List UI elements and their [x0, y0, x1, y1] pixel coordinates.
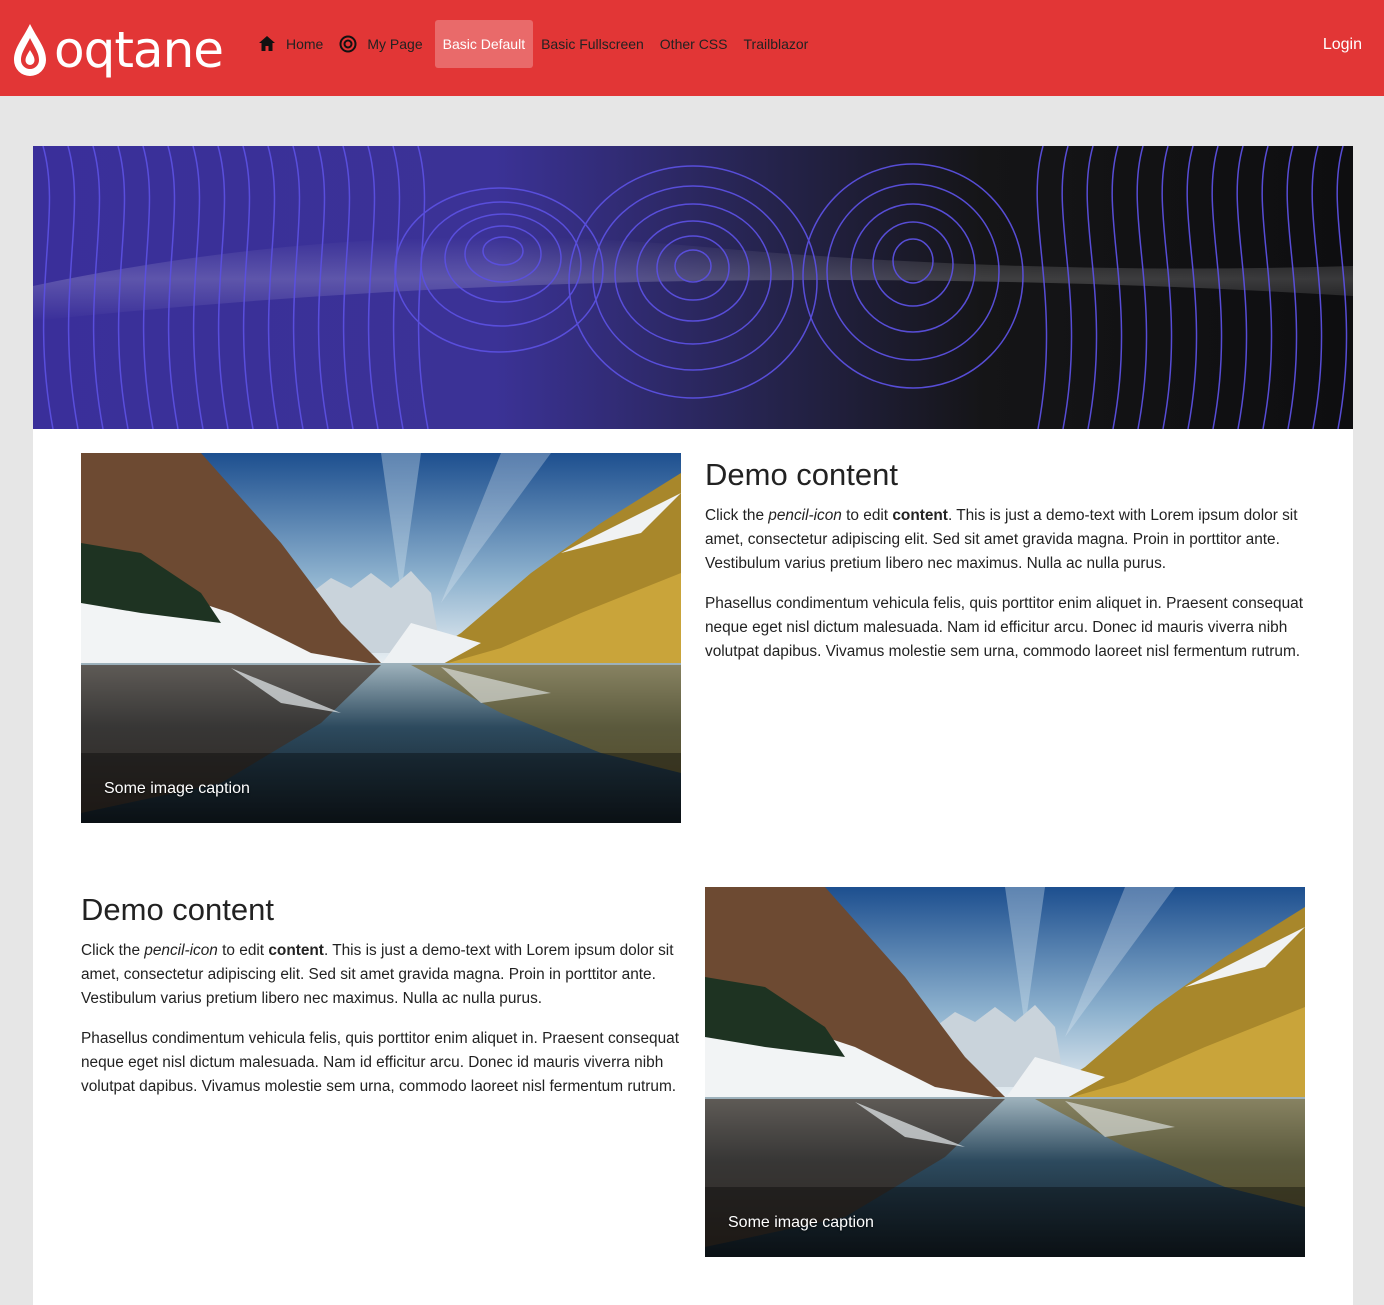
image-caption: Some image caption [728, 1214, 874, 1231]
top-navbar: oqtane Home My Page Basic Default Basic … [0, 0, 1384, 96]
text-span: to edit [217, 942, 269, 959]
body-paragraph: Phasellus condimentum vehicula felis, qu… [81, 1030, 679, 1095]
section-heading: Demo content [81, 892, 274, 927]
home-icon [259, 36, 275, 51]
nav-label: Basic Fullscreen [541, 36, 644, 52]
mountain-lake-image [705, 887, 1305, 1257]
contour-pattern [33, 146, 1353, 429]
nav-item-trailblazor[interactable]: Trailblazor [736, 20, 817, 68]
body-paragraph: Phasellus condimentum vehicula felis, qu… [705, 595, 1303, 660]
nav-label: Home [286, 36, 324, 52]
nav-label: Basic Default [442, 36, 526, 52]
text-span: to edit [841, 507, 893, 524]
text-span: Click the [705, 507, 769, 524]
demo-content-block: Demo content Click the pencil-icon to ed… [705, 456, 1305, 680]
hero-banner-image [33, 146, 1353, 429]
oqtane-logo[interactable]: oqtane [12, 21, 224, 79]
nav-item-basic-fullscreen[interactable]: Basic Fullscreen [533, 20, 652, 68]
demo-content-block: Demo content Click the pencil-icon to ed… [81, 891, 681, 1115]
main-nav: Home My Page Basic Default Basic Fullscr… [250, 20, 816, 68]
content-pane: Some image caption Demo content Click th… [33, 146, 1353, 1305]
mountain-lake-image [81, 453, 681, 823]
nav-item-other-css[interactable]: Other CSS [652, 20, 736, 68]
bold-text: content [892, 507, 948, 524]
image-caption: Some image caption [104, 780, 250, 797]
brand-name: oqtane [54, 21, 224, 79]
bold-text: content [268, 942, 324, 959]
text-span: Click the [81, 942, 145, 959]
emphasis-text: pencil-icon [768, 507, 842, 524]
emphasis-text: pencil-icon [144, 942, 218, 959]
drop-logo-icon [14, 24, 46, 76]
lake-image-figure: Some image caption [81, 453, 681, 823]
section-heading: Demo content [705, 457, 898, 492]
intro-paragraph: Click the pencil-icon to edit content. T… [705, 504, 1305, 576]
nav-label: Other CSS [659, 36, 728, 52]
nav-item-basic-default[interactable]: Basic Default [434, 20, 534, 68]
target-icon [339, 35, 357, 53]
lake-image-figure: Some image caption [705, 887, 1305, 1257]
nav-item-my-page[interactable]: My Page [331, 20, 430, 68]
nav-label: My Page [367, 36, 423, 52]
nav-label: Trailblazor [743, 36, 809, 52]
intro-paragraph: Click the pencil-icon to edit content. T… [81, 939, 681, 1011]
login-link[interactable]: Login [1323, 36, 1362, 54]
nav-item-home[interactable]: Home [250, 20, 331, 68]
